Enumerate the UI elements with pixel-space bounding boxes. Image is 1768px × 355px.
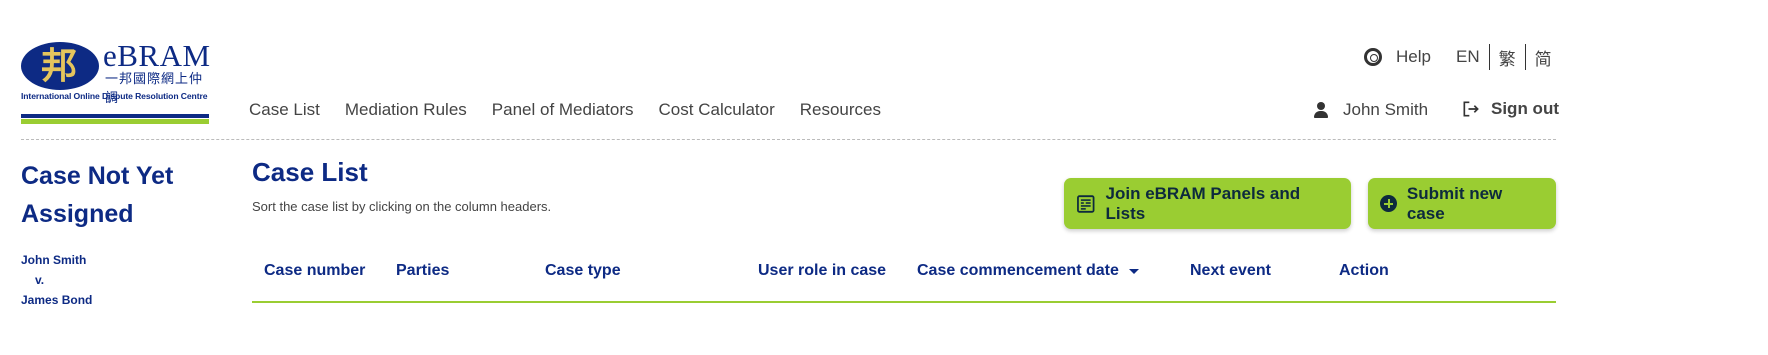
nav-case-list[interactable]: Case List <box>249 100 320 120</box>
lang-traditional[interactable]: 繁 <box>1499 45 1516 70</box>
lang-divider <box>1488 44 1490 70</box>
nav-resources[interactable]: Resources <box>800 100 881 120</box>
column-user-role[interactable]: User role in case <box>758 262 886 280</box>
logo-tagline: International Online Dispute Resolution … <box>21 91 208 101</box>
submit-new-case-label: Submit new case <box>1406 183 1503 223</box>
case-parties: John Smith v. James Bond <box>21 250 92 310</box>
form-icon <box>1077 194 1095 213</box>
column-case-type[interactable]: Case type <box>545 262 621 280</box>
join-panels-button[interactable]: Join eBRAM Panels and Lists <box>1064 178 1351 229</box>
lang-en[interactable]: EN <box>1456 47 1480 67</box>
lang-divider <box>1524 44 1526 70</box>
case-title: Case Not Yet Assigned <box>21 162 174 228</box>
join-panels-label: Join eBRAM Panels and Lists <box>1105 183 1301 223</box>
signout-label: Sign out <box>1491 99 1559 118</box>
column-commencement-date[interactable]: Case commencement date <box>917 262 1139 280</box>
lifebuoy-icon <box>1364 48 1382 66</box>
nav-panel-of-mediators[interactable]: Panel of Mediators <box>492 100 634 120</box>
signout-button[interactable]: Sign out <box>1461 99 1559 119</box>
exit-icon <box>1463 101 1479 117</box>
help-label: Help <box>1396 47 1431 66</box>
help-link[interactable]: Help <box>1364 47 1431 67</box>
case-table-header: Case number Parties Case type User role … <box>252 255 1556 303</box>
column-action[interactable]: Action <box>1339 262 1389 280</box>
column-case-number[interactable]: Case number <box>264 262 365 280</box>
column-parties[interactable]: Parties <box>396 262 449 280</box>
versus-label: v. <box>35 273 45 287</box>
nav-cost-calculator[interactable]: Cost Calculator <box>659 100 775 120</box>
logo-bar-blue <box>21 114 209 118</box>
logo-bar-green <box>21 119 209 124</box>
page-subtitle: Sort the case list by clicking on the co… <box>252 199 552 214</box>
party-a: John Smith <box>21 253 87 267</box>
ebram-logo[interactable]: 邦 eBRAM 一邦國際網上仲調 International Online Di… <box>21 38 211 126</box>
submit-new-case-button[interactable]: Submit new case <box>1368 178 1556 229</box>
language-switcher: EN 繁 简 <box>1456 44 1552 70</box>
header-divider <box>21 139 1556 140</box>
nav-mediation-rules[interactable]: Mediation Rules <box>345 100 467 120</box>
plus-circle-icon <box>1380 195 1397 212</box>
logo-emblem: 邦 <box>21 42 99 90</box>
user-menu[interactable]: John Smith <box>1313 100 1428 120</box>
logo-glyph: 邦 <box>41 45 78 87</box>
person-icon <box>1313 102 1329 118</box>
caret-down-icon <box>1128 268 1139 274</box>
user-name: John Smith <box>1343 100 1429 119</box>
party-b: James Bond <box>21 293 93 307</box>
page-title: Case List <box>252 157 368 187</box>
lang-simplified[interactable]: 简 <box>1535 45 1552 70</box>
main-nav: Case List Mediation Rules Panel of Media… <box>249 100 881 120</box>
column-next-event[interactable]: Next event <box>1190 262 1271 280</box>
